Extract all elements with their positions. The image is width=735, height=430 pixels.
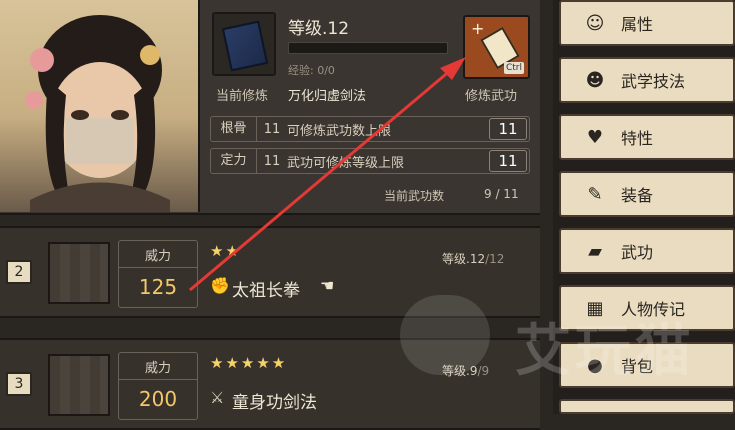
- ctrl-hint: Ctrl: [503, 62, 524, 74]
- stat-row-gengu: 根骨 11 可修炼武功数上限 11: [210, 116, 530, 142]
- skill-level: 等级.12/12: [442, 250, 504, 267]
- power-box: 威力 200: [118, 352, 198, 420]
- power-box: 威力 125: [118, 240, 198, 308]
- menu-label: 武功: [621, 243, 654, 262]
- menu-label: 武学技法: [621, 72, 686, 91]
- skill-count-label: 当前武功数: [384, 189, 445, 203]
- cultivate-skill-button[interactable]: + Ctrl: [463, 15, 530, 79]
- current-cultivation-value: 万化归虚剑法: [288, 89, 367, 104]
- book-icon: [221, 20, 269, 72]
- menu-item-skills[interactable]: ▰ 武功: [559, 228, 735, 274]
- fist-icon: ✊: [210, 276, 230, 295]
- menu-label: 特性: [621, 129, 654, 148]
- stat-desc: 武功可修炼等级上限: [287, 155, 405, 171]
- stat-name: 根骨: [211, 117, 257, 141]
- skill-thumbnail: [48, 354, 110, 416]
- menu-item-more[interactable]: [559, 399, 735, 414]
- stat-row-dingli: 定力 11 武功可修炼等级上限 11: [210, 148, 530, 174]
- trait-icon: ♥: [586, 126, 604, 148]
- watermark-text: 艾玩猫: [515, 319, 695, 384]
- power-label: 威力: [119, 245, 197, 268]
- skill-index: 2: [6, 260, 32, 284]
- menu-item-martial-arts[interactable]: ☻ 武学技法: [559, 57, 735, 103]
- character-portrait: [0, 0, 200, 212]
- menu-label: 属性: [621, 15, 654, 34]
- current-cultivation-label: 当前修炼: [216, 89, 269, 104]
- skill-level-max: /12: [485, 252, 505, 266]
- skill-count-value: 9 / 11: [484, 187, 519, 201]
- stat-name: 定力: [211, 149, 257, 173]
- star-rating: ★★: [210, 242, 241, 260]
- stat-value: 11: [263, 153, 281, 169]
- stat-box: 11: [489, 118, 527, 140]
- sword-icon: ⚔: [210, 388, 225, 407]
- skill-level-max: /9: [477, 364, 490, 378]
- stat-box: 11: [489, 150, 527, 172]
- power-value: 125: [138, 275, 178, 299]
- skill-name: 童身功剑法: [232, 393, 317, 413]
- character-panel: 等级.12 经验: 0/0 当前修炼 万化归虚剑法 + Ctrl 修炼武功 根骨…: [0, 0, 540, 215]
- skill-thumbnail: [48, 242, 110, 304]
- power-label: 威力: [119, 357, 197, 380]
- cultivation-book-slot[interactable]: [212, 12, 276, 76]
- menu-item-equipment[interactable]: ✎ 装备: [559, 171, 735, 217]
- martial-icon: ☻: [585, 69, 605, 91]
- menu-item-attributes[interactable]: ☺ 属性: [559, 0, 735, 46]
- xp-bar: [288, 42, 448, 54]
- star-rating: ★★★★★: [210, 354, 288, 372]
- cultivate-skill-caption: 修炼武功: [465, 89, 518, 104]
- person-icon: ☺: [585, 12, 605, 34]
- xp-text: 经验: 0/0: [288, 64, 335, 77]
- power-value: 200: [138, 387, 178, 411]
- plus-icon: +: [471, 19, 485, 38]
- watermark-logo: [400, 295, 490, 375]
- menu-item-traits[interactable]: ♥ 特性: [559, 114, 735, 160]
- skill-name: 太祖长拳: [232, 281, 300, 301]
- character-level: 等级.12: [288, 19, 350, 39]
- skill-index: 3: [6, 372, 32, 396]
- skill-level-current: 等级.12: [442, 252, 486, 266]
- stat-desc: 可修炼武功数上限: [287, 123, 392, 139]
- hand-pointer-icon: ☚: [320, 276, 335, 295]
- sword-icon: ✎: [587, 183, 603, 205]
- book-icon: ▰: [588, 240, 602, 262]
- stat-value: 11: [263, 121, 281, 137]
- menu-label: 装备: [621, 186, 654, 205]
